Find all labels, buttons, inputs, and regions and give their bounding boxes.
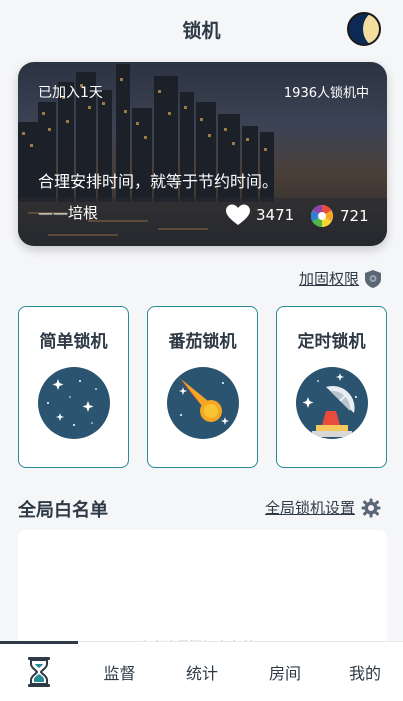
hourglass-icon	[28, 657, 50, 687]
pomodoro-lock-label: 番茄锁机	[168, 332, 237, 352]
timed-lock-label: 定时锁机	[297, 332, 366, 352]
quote-author: ——培根	[38, 204, 99, 222]
online-count: 1936人锁机中	[283, 86, 369, 101]
tab-stats[interactable]: 统计	[161, 642, 243, 701]
like-button[interactable]: 3471	[226, 204, 294, 226]
whitelist-title: 全局白名单	[18, 500, 108, 521]
quote-text: 合理安排时间，就等于节约时间。	[38, 172, 279, 191]
global-lock-settings-label: 全局锁机设置	[264, 499, 355, 517]
page-title: 锁机	[182, 20, 221, 42]
timed-lock-card[interactable]: 定时锁机	[276, 306, 387, 468]
pomodoro-lock-card[interactable]: 番茄锁机	[147, 306, 258, 468]
views-stat: 721	[310, 204, 369, 228]
reinforce-permission-link[interactable]: 加固权限	[299, 268, 381, 289]
moon-icon	[363, 14, 379, 44]
app-header: 锁机	[0, 0, 403, 58]
aperture-icon	[311, 205, 333, 227]
starry-sky-icon	[38, 367, 110, 439]
gear-icon	[361, 498, 381, 517]
heart-icon	[226, 204, 250, 225]
simple-lock-label: 简单锁机	[39, 332, 108, 352]
joined-days: 已加入1天	[38, 85, 103, 101]
tab-supervise[interactable]: 监督	[78, 642, 161, 701]
tab-me[interactable]: 我的	[327, 642, 403, 701]
tab-rooms[interactable]: 房间	[243, 642, 327, 701]
shield-icon	[365, 269, 381, 288]
comet-icon	[167, 367, 239, 439]
simple-lock-card[interactable]: 简单锁机	[18, 306, 129, 468]
view-count: 721	[340, 207, 369, 225]
satellite-dish-icon	[296, 367, 368, 439]
bottom-tab-bar: 监督 统计 房间 我的	[0, 641, 403, 701]
tab-lock[interactable]	[0, 642, 78, 701]
quote-banner[interactable]: 已加入1天 1936人锁机中 合理安排时间，就等于节约时间。 ——培根 3471…	[18, 62, 387, 246]
global-lock-settings-link[interactable]: 全局锁机设置	[265, 497, 381, 518]
permission-label: 加固权限	[298, 270, 359, 288]
like-count: 3471	[256, 206, 295, 224]
dark-mode-toggle[interactable]	[347, 12, 381, 46]
